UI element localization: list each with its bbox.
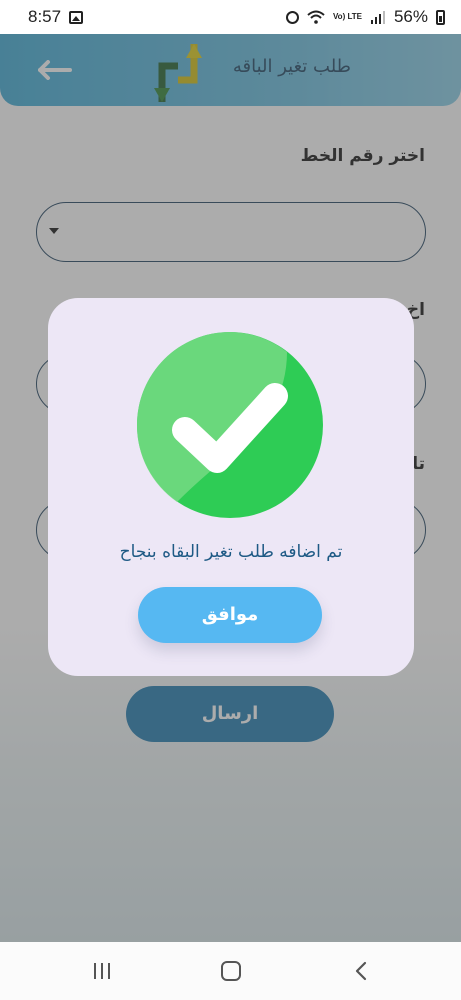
wifi-icon: [307, 10, 325, 24]
volte-icon: Vo) LTE: [332, 12, 362, 21]
success-dialog: تم اضافه طلب تغير البقاه بنجاح موافق: [48, 298, 414, 676]
checkmark-circle-icon: [137, 332, 323, 518]
status-time: 8:57: [28, 7, 62, 26]
status-bar: 8:57 Vo) LTE 56%: [0, 0, 461, 34]
status-right: Vo) LTE 56%: [285, 7, 445, 27]
dialog-message: تم اضافه طلب تغير البقاه بنجاح: [119, 542, 343, 562]
battery-percent: 56%: [393, 7, 428, 26]
home-icon[interactable]: [221, 961, 241, 981]
back-chevron-icon[interactable]: [354, 961, 368, 981]
battery-icon: [436, 9, 445, 25]
signal-icon: [370, 11, 385, 24]
status-left: 8:57: [28, 7, 84, 27]
gallery-icon: [69, 10, 84, 24]
ok-button[interactable]: موافق: [138, 587, 322, 643]
recents-icon[interactable]: [92, 962, 112, 980]
alarm-icon: [285, 10, 299, 24]
navigation-bar: [0, 942, 461, 1000]
